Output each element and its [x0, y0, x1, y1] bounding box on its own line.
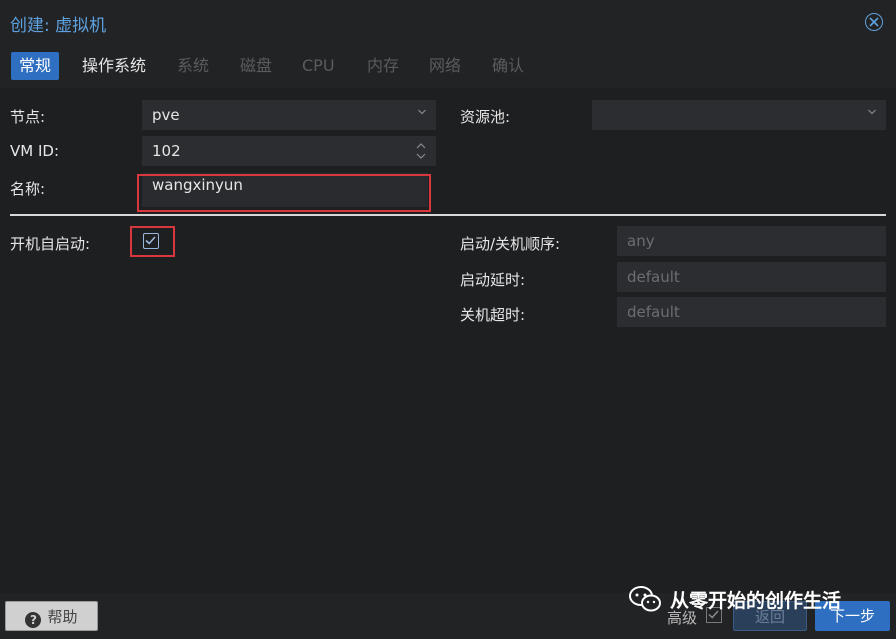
- shutdown-input[interactable]: default: [617, 297, 886, 327]
- node-label: 节点:: [10, 108, 46, 126]
- wizard-tabs: 常规 操作系统 系统 磁盘 CPU 内存 网络 确认: [0, 50, 896, 82]
- name-label: 名称:: [10, 180, 46, 198]
- vmid-value: 102: [152, 142, 181, 160]
- delay-input[interactable]: default: [617, 262, 886, 292]
- create-vm-dialog: 创建: 虚拟机 常规 操作系统 系统 磁盘 CPU 内存 网络 确认 节点: p…: [0, 0, 896, 639]
- chevron-down-icon: [418, 109, 426, 115]
- tab-confirm[interactable]: 确认: [484, 52, 532, 80]
- tab-disks[interactable]: 磁盘: [232, 52, 280, 80]
- shutdown-placeholder: default: [627, 303, 680, 321]
- node-value: pve: [152, 106, 180, 124]
- wechat-logo: [629, 586, 661, 612]
- delay-placeholder: default: [627, 268, 680, 286]
- order-placeholder: any: [627, 232, 655, 250]
- vmid-label: VM ID:: [10, 142, 59, 160]
- help-button[interactable]: ? 帮助: [5, 601, 98, 631]
- close-icon: [869, 17, 879, 27]
- tab-os[interactable]: 操作系统: [74, 52, 154, 80]
- dialog-titlebar: 创建: 虚拟机: [0, 0, 896, 44]
- onboot-label: 开机自启动:: [10, 235, 91, 253]
- delay-label: 启动延时:: [460, 271, 526, 289]
- tab-memory[interactable]: 内存: [359, 52, 407, 80]
- dialog-title: 创建: 虚拟机: [10, 16, 107, 36]
- name-highlight-box: [137, 174, 431, 212]
- tab-network[interactable]: 网络: [421, 52, 469, 80]
- section-divider: [10, 214, 886, 216]
- node-select[interactable]: pve: [142, 100, 436, 130]
- order-input[interactable]: any: [617, 226, 886, 256]
- tab-general[interactable]: 常规: [11, 52, 60, 80]
- pool-label: 资源池:: [460, 108, 511, 126]
- help-icon: ?: [25, 612, 42, 628]
- onboot-highlight-box: [130, 226, 175, 257]
- close-button[interactable]: [865, 13, 883, 31]
- order-label: 启动/关机顺序:: [460, 235, 561, 253]
- help-label: 帮助: [47, 608, 78, 626]
- watermark-text: 从零开始的创作生活: [670, 589, 842, 612]
- shutdown-label: 关机超时:: [460, 306, 526, 324]
- form-panel: 节点: pve 资源池: VM ID: 102 名称: wangxinyun 开…: [0, 88, 896, 593]
- watermark: 从零开始的创作生活: [628, 582, 841, 616]
- vmid-spinner-field[interactable]: 102: [142, 136, 436, 166]
- spinner-arrows-icon[interactable]: [416, 140, 426, 162]
- pool-select[interactable]: [592, 100, 886, 130]
- chevron-down-icon: [868, 109, 876, 115]
- tab-system[interactable]: 系统: [169, 52, 217, 80]
- tab-cpu[interactable]: CPU: [294, 52, 343, 80]
